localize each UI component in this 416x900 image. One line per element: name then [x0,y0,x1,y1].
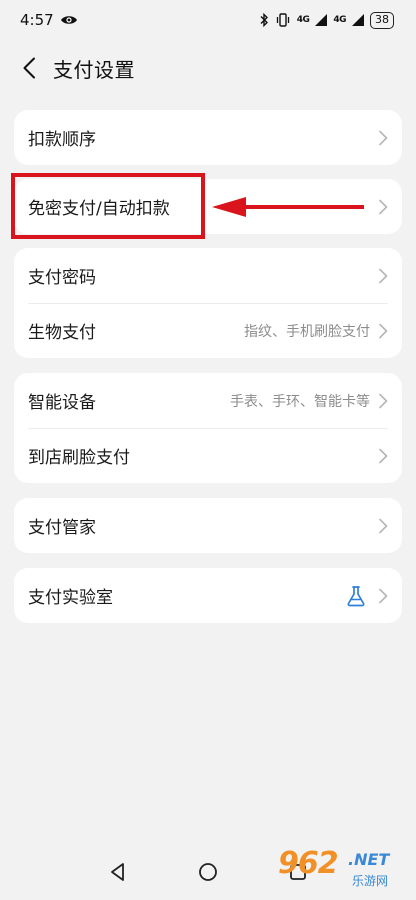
row-value: 指纹、手机刷脸支付 [244,323,370,340]
chevron-left-icon [23,57,35,79]
status-left: 4:57 [20,11,78,29]
row-label: 支付管家 [28,518,96,538]
header: 支付设置 [0,46,416,90]
chevron-right-icon [379,130,388,145]
chevron-right-icon [379,393,388,408]
row-label: 生物支付 [28,323,96,343]
chevron-right-icon [379,199,388,214]
row-smart-devices[interactable]: 智能设备 手表、手环、智能卡等 [14,373,402,428]
card-payment-lab: 支付实验室 [14,568,402,623]
annotation-highlight-box [11,173,205,239]
signal-bars-icon [315,14,328,26]
row-label: 智能设备 [28,393,96,413]
row-biometric-payment[interactable]: 生物支付 指纹、手机刷脸支付 [14,303,402,358]
chevron-right-icon [379,323,388,338]
annotation-arrow-icon [212,197,364,217]
battery-indicator: 38 [370,11,394,29]
chevron-right-icon [379,448,388,463]
bluetooth-icon [260,13,268,27]
row-label: 扣款顺序 [28,130,96,150]
back-button[interactable] [14,46,44,90]
signal-bars-icon-2 [352,14,364,26]
watermark-net: .NET [348,850,390,869]
flask-icon [347,585,365,606]
row-payment-password[interactable]: 支付密码 [14,248,402,303]
row-label: 到店刷脸支付 [28,448,130,468]
row-face-pay-in-store[interactable]: 到店刷脸支付 [14,428,402,483]
watermark-site-name: 乐游网 [352,874,389,888]
chevron-right-icon [379,588,388,603]
card-security: 支付密码 生物支付 指纹、手机刷脸支付 [14,248,402,358]
row-payment-manager[interactable]: 支付管家 [14,498,402,553]
card-payment-manager: 支付管家 [14,498,402,553]
row-label: 支付实验室 [28,588,113,608]
signal-label-1: 4G [296,15,310,25]
row-debit-order[interactable]: 扣款顺序 [14,110,402,165]
watermark: 962 .NET 乐游网 [278,846,408,894]
nav-back-icon[interactable] [107,861,129,883]
chevron-right-icon [379,268,388,283]
status-right: 4G 4G 38 [259,11,394,29]
row-value: 手表、手环、智能卡等 [230,393,370,410]
row-label: 支付密码 [28,268,96,288]
vibrate-icon [276,13,289,27]
row-payment-lab[interactable]: 支付实验室 [14,568,402,623]
signal-label-2: 4G [333,15,346,25]
chevron-right-icon [379,518,388,533]
status-time: 4:57 [20,11,54,29]
status-bar: 4:57 4G 4G 38 [0,0,416,40]
card-debit-order: 扣款顺序 [14,110,402,165]
card-devices: 智能设备 手表、手环、智能卡等 到店刷脸支付 [14,373,402,483]
watermark-number: 962 [278,846,339,881]
page-title: 支付设置 [53,57,135,82]
eye-icon [60,16,77,24]
nav-home-icon[interactable] [197,861,219,883]
